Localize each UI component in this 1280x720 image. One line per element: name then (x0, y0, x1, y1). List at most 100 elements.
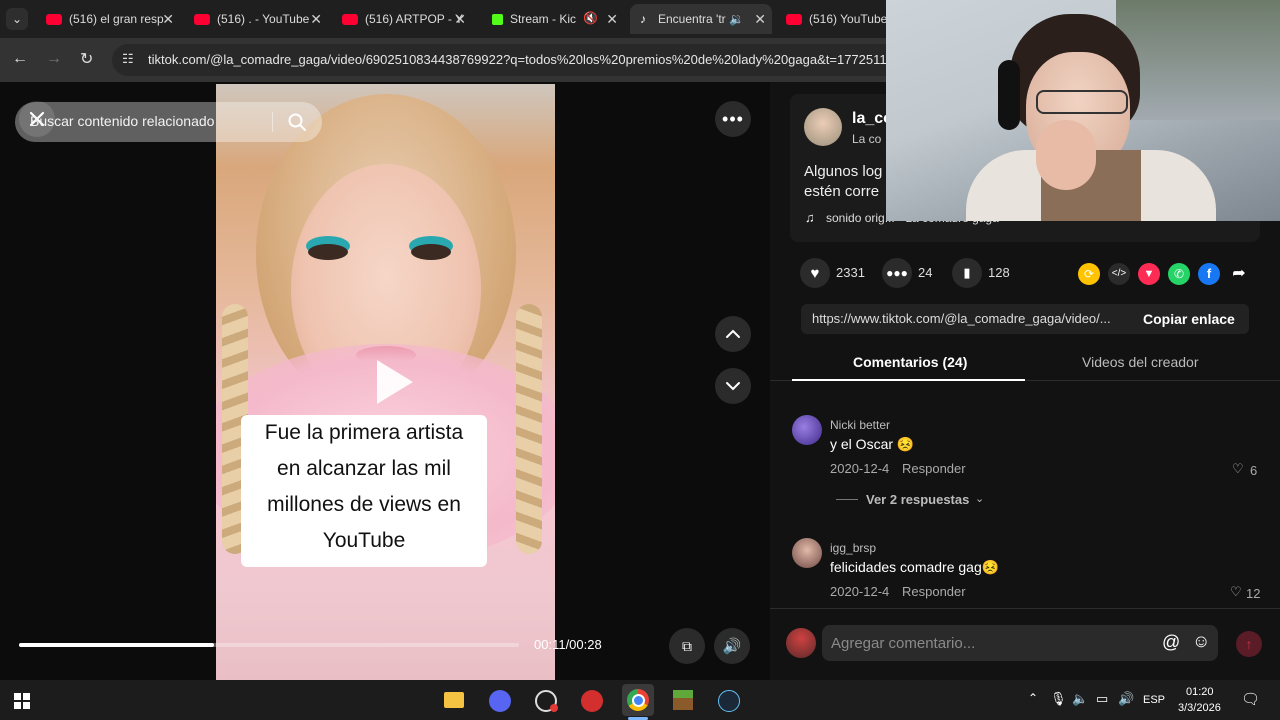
youtube-icon (786, 13, 802, 25)
send-share-icon[interactable]: ▼ (1138, 263, 1160, 285)
avatar[interactable] (792, 538, 822, 568)
tab-5-active[interactable]: ♪ Encuentra 'tr 🔉 ✕ (630, 4, 772, 34)
language-indicator[interactable]: ESP (1143, 694, 1165, 706)
more-options-button[interactable]: ••• (715, 101, 751, 137)
tab-4[interactable]: Stream - Kic 🔇 ✕ (482, 4, 624, 34)
related-search-input[interactable]: Buscar contenido relacionado (15, 102, 322, 142)
tab-1[interactable]: (516) el gran resp ✕ (38, 4, 180, 34)
close-tab-icon[interactable]: ✕ (162, 11, 174, 28)
post-comment-button[interactable]: ↑ (1236, 631, 1262, 657)
volume-icon: 🔊 (722, 638, 742, 655)
app-red-icon[interactable] (581, 690, 603, 712)
comment-button[interactable]: ●●● (882, 258, 912, 288)
speaker-tray-icon[interactable]: 🔈 (1072, 691, 1088, 707)
whatsapp-share-icon[interactable]: ✆ (1168, 263, 1190, 285)
bookmark-icon: ▮ (963, 265, 971, 280)
chrome-icon[interactable] (622, 684, 654, 716)
video-time: 00:11/00:28 (534, 637, 602, 652)
like-count: 2331 (836, 265, 865, 280)
reply-button[interactable]: Responder (902, 584, 966, 599)
close-tab-icon[interactable]: ✕ (754, 11, 766, 28)
forward-icon[interactable]: → (46, 50, 62, 68)
minecraft-icon[interactable] (673, 690, 693, 710)
search-divider (272, 112, 273, 132)
tab-search-button[interactable]: ⌄ (6, 8, 28, 30)
url-text: tiktok.com/@la_comadre_gaga/video/690251… (148, 52, 894, 67)
avatar[interactable] (792, 415, 822, 445)
tab-title: (516) ARTPOP - Y (365, 12, 464, 26)
embed-share-icon[interactable]: </> (1108, 263, 1130, 285)
comment-author[interactable]: igg_brsp (830, 541, 876, 555)
steam-icon[interactable] (718, 690, 740, 712)
caption-line: en alcanzar las mil (277, 457, 451, 480)
volume-button[interactable]: 🔊 (714, 628, 750, 664)
next-video-button[interactable] (715, 368, 751, 404)
music-note-icon: ♫ (805, 210, 815, 225)
audio-icon[interactable]: 🔉 (729, 12, 744, 26)
like-button[interactable]: ♥ (800, 258, 830, 288)
tab-2[interactable]: (516) . - YouTube ✕ (186, 4, 328, 34)
site-info-icon[interactable]: ☷ (122, 51, 134, 67)
tab-comments[interactable]: Comentarios (24) (853, 354, 967, 370)
tray-chevron-up-icon[interactable]: ⌃ (1028, 691, 1038, 705)
clock-date[interactable]: 3/3/2026 (1178, 702, 1221, 714)
windows-start-icon[interactable] (14, 693, 30, 709)
repost-share-icon[interactable]: ⟳ (1078, 263, 1100, 285)
video-viewer: Buscar contenido relacionado Fue la prim… (0, 82, 770, 680)
file-explorer-icon[interactable] (444, 692, 464, 708)
microphone-icon[interactable]: 🎙 (1050, 691, 1067, 707)
picture-in-picture-icon: ⧉ (682, 637, 692, 654)
volume-tray-icon[interactable]: 🔊 (1118, 691, 1134, 707)
facebook-share-icon[interactable]: f (1198, 263, 1220, 285)
comment-input[interactable]: Agregar comentario... @ ☺ (822, 625, 1218, 661)
share-link-box: https://www.tiktok.com/@la_comadre_gaga/… (801, 304, 1249, 334)
webcam-overlay (886, 0, 1280, 221)
comment-like-icon[interactable]: ♡ (1232, 461, 1244, 477)
comment-author[interactable]: Nicki better (830, 418, 890, 432)
headphones-icon (998, 60, 1020, 130)
video-frame[interactable] (216, 84, 555, 680)
video-description: Algunos log (804, 163, 883, 180)
clock-time[interactable]: 01:20 (1186, 686, 1214, 698)
comment-date: 2020-12-4 (830, 584, 890, 599)
tab-title: Encuentra 'tr (658, 12, 726, 26)
eye-right (411, 244, 451, 260)
copy-link-button[interactable]: Copiar enlace (1143, 311, 1235, 327)
comment-text: felicidades comadre gag😣 (830, 559, 1000, 575)
share-link-text[interactable]: https://www.tiktok.com/@la_comadre_gaga/… (812, 311, 1111, 326)
save-button[interactable]: ▮ (952, 258, 982, 288)
reload-icon[interactable]: ↻ (80, 49, 93, 69)
close-tab-icon[interactable]: ✕ (454, 11, 466, 28)
close-tab-icon[interactable]: ✕ (606, 11, 618, 28)
muted-icon[interactable]: 🔇 (583, 11, 598, 25)
tab-title: (516) el gran resp (69, 12, 164, 26)
view-replies-button[interactable]: Ver 2 respuestas (866, 492, 969, 507)
close-tab-icon[interactable]: ✕ (310, 11, 322, 28)
caption-line: YouTube (322, 529, 406, 552)
tab-creator-videos[interactable]: Videos del creador (1082, 354, 1198, 370)
current-user-avatar[interactable] (786, 628, 816, 658)
tab-title: (516) . - YouTube (217, 12, 310, 26)
author-avatar[interactable] (804, 108, 842, 146)
notifications-icon[interactable]: 🗨 (1241, 690, 1260, 708)
back-icon[interactable]: ← (12, 50, 28, 68)
save-count: 128 (988, 265, 1010, 280)
play-icon[interactable] (361, 352, 421, 412)
progress-track[interactable] (19, 643, 519, 647)
pip-button[interactable]: ⧉ (669, 628, 705, 664)
chevron-down-icon (726, 382, 740, 391)
mention-icon[interactable]: @ (1162, 632, 1180, 653)
search-icon[interactable] (287, 112, 307, 132)
comment-placeholder: Agregar comentario... (831, 635, 976, 652)
discord-icon[interactable] (489, 690, 511, 712)
comment-like-icon[interactable]: ♡ (1230, 584, 1242, 600)
related-search-placeholder: Buscar contenido relacionado (30, 113, 215, 129)
emoji-icon[interactable]: ☺ (1192, 631, 1210, 652)
previous-video-button[interactable] (715, 316, 751, 352)
chevron-up-icon (726, 329, 740, 338)
more-share-icon[interactable]: ➦ (1228, 263, 1250, 285)
comment-like-count: 12 (1246, 586, 1261, 601)
network-icon[interactable]: ▭ (1096, 691, 1108, 707)
tab-6[interactable]: (516) YouTube (778, 4, 886, 34)
reply-button[interactable]: Responder (902, 461, 966, 476)
